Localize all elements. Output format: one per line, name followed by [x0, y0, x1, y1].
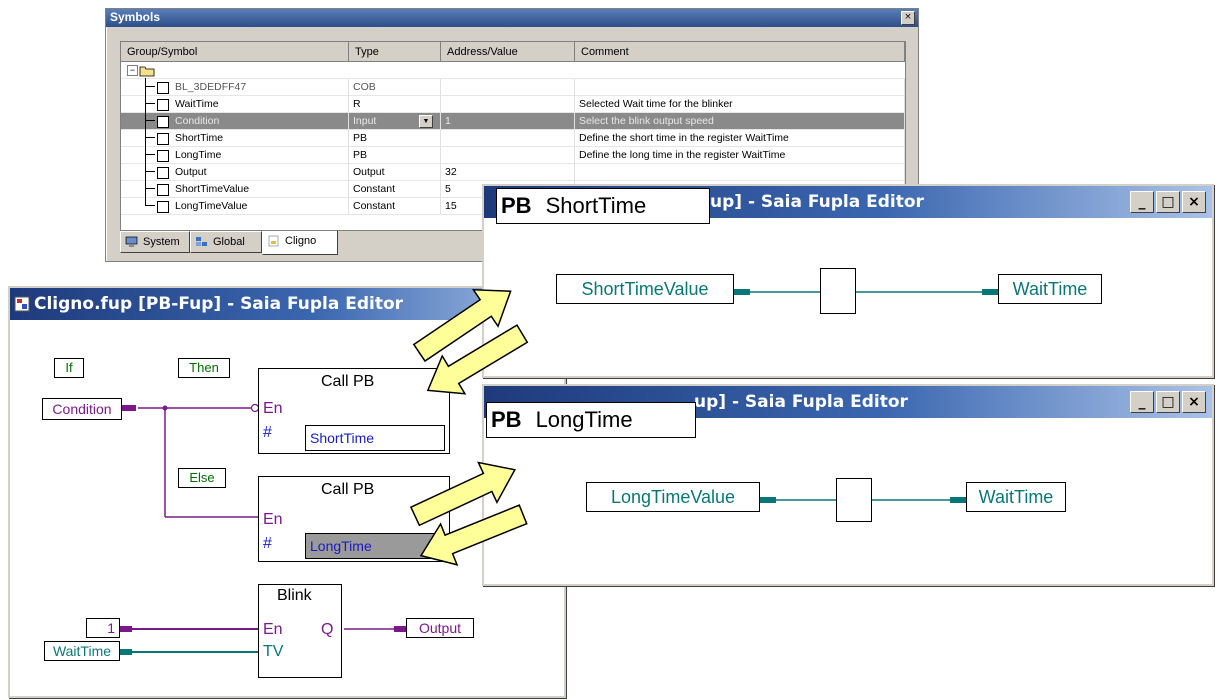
annotation-arrows	[409, 288, 529, 566]
arrow-from-shorttime-editor	[426, 324, 529, 395]
